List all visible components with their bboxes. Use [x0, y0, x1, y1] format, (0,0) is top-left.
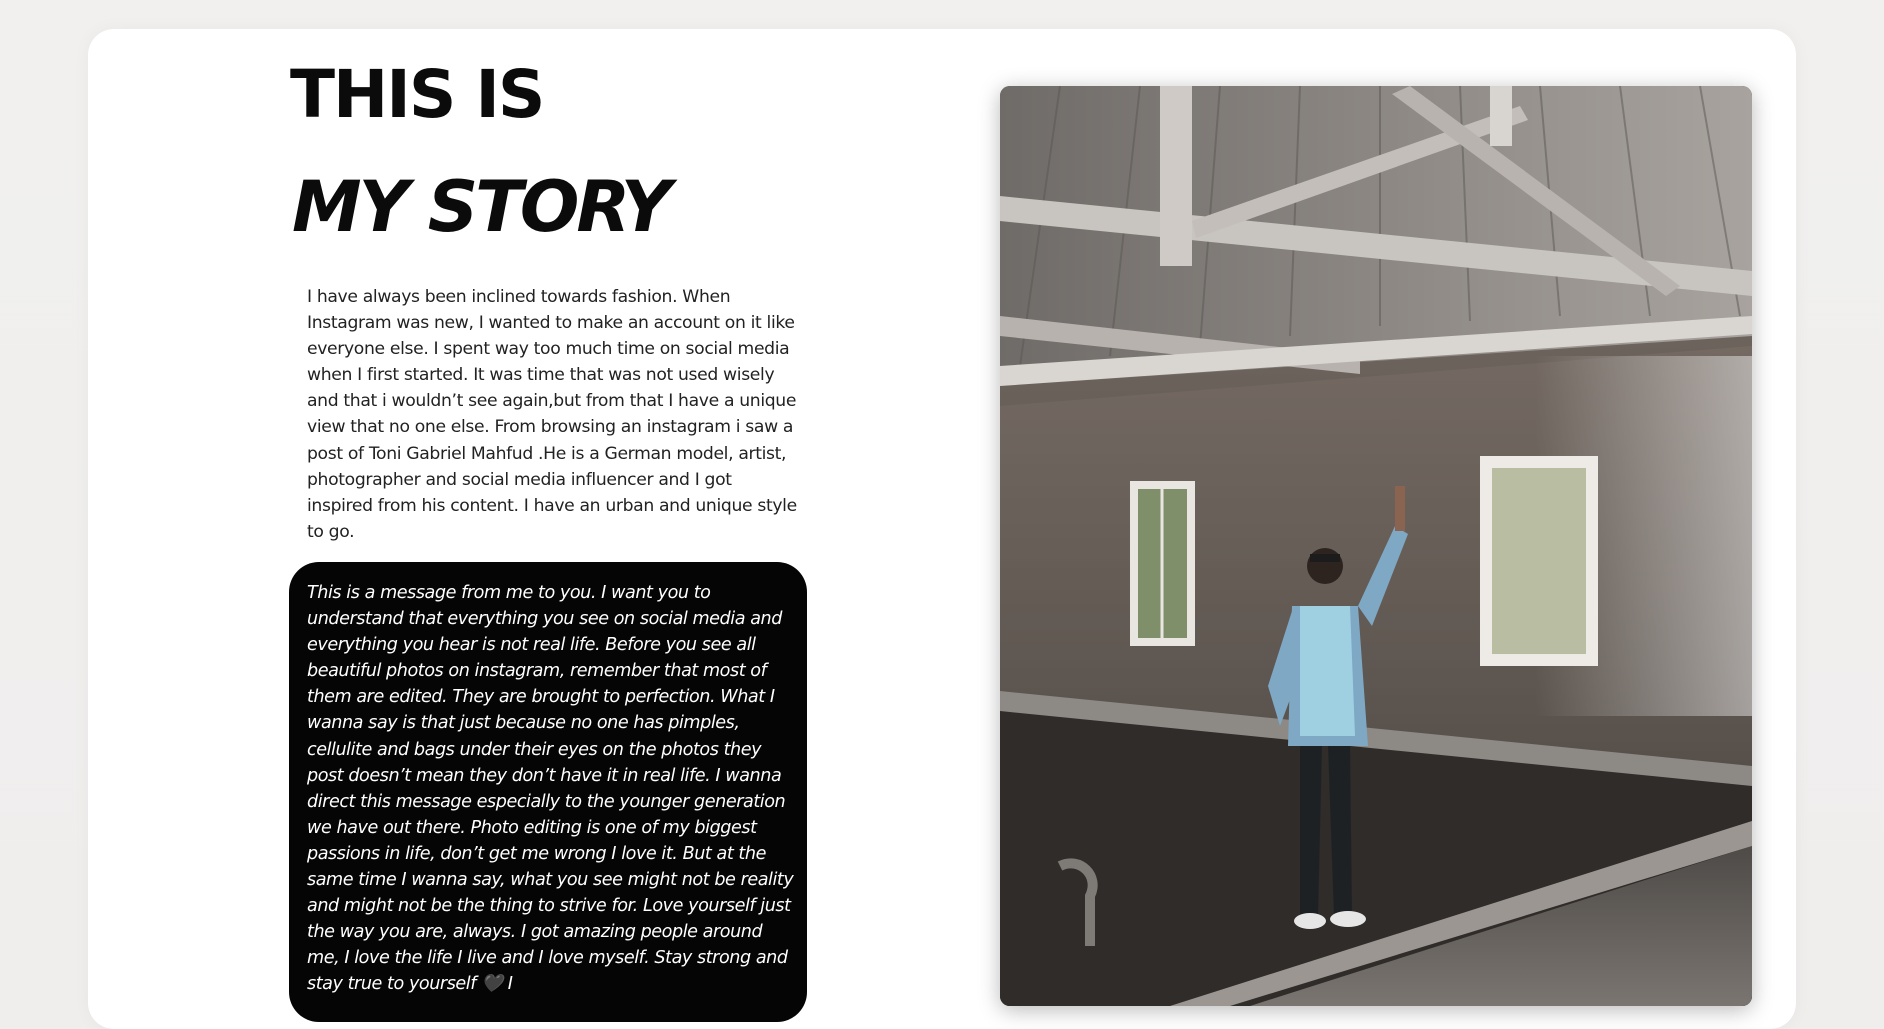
- story-photo-illustration: [1000, 86, 1752, 1006]
- story-photo: [1000, 86, 1752, 1006]
- page-title-line2: MY STORY: [292, 166, 672, 248]
- intro-paragraph: I have always been inclined towards fash…: [307, 287, 797, 542]
- page-title-line1: THIS IS: [290, 56, 545, 133]
- message-paragraph: This is a message from me to you. I want…: [307, 583, 794, 995]
- message-box: This is a message from me to you. I want…: [289, 562, 807, 1022]
